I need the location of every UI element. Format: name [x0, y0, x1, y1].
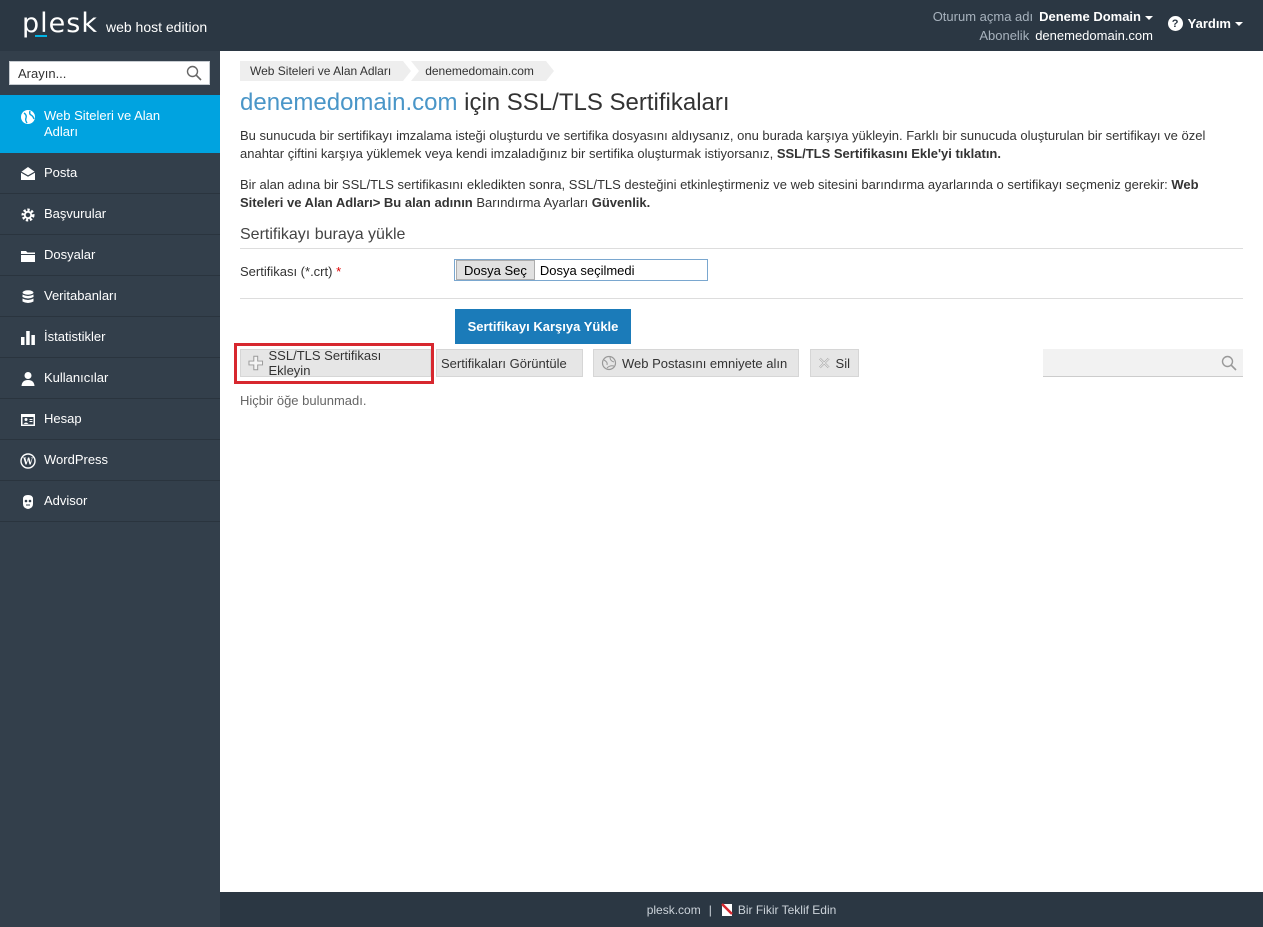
certificate-form-row: Sertifikası (*.crt) * Dosya Seç Dosya se…: [240, 259, 1243, 299]
folder-icon: [21, 251, 35, 262]
delete-button[interactable]: Sil: [810, 349, 859, 377]
gear-icon: [21, 208, 35, 222]
choose-file-button[interactable]: Dosya Seç: [456, 260, 535, 280]
subscription-value[interactable]: denemedomain.com: [1035, 28, 1153, 43]
highlight-box: [234, 343, 434, 384]
sidebar-item-label: Hesap: [44, 411, 82, 426]
plesk-logo[interactable]: plesk web host edition: [22, 8, 207, 39]
sidebar-search-input[interactable]: [10, 65, 180, 81]
certificate-label: Sertifikası (*.crt) *: [240, 264, 342, 279]
description-upload: Bu sunucuda bir sertifikayı imzalama ist…: [240, 127, 1243, 163]
sidebar-item-label: Web Siteleri ve Alan Adları: [44, 108, 161, 139]
breadcrumb-item-websites[interactable]: Web Siteleri ve Alan Adları: [240, 61, 412, 81]
subscription-label: Abonelik: [979, 28, 1030, 43]
sidebar: Web Siteleri ve Alan Adları Posta Başvur…: [0, 51, 220, 927]
database-icon: [22, 290, 34, 303]
user-icon: [21, 372, 35, 386]
account-icon: [21, 414, 35, 426]
sidebar-nav: Web Siteleri ve Alan Adları Posta Başvur…: [0, 95, 220, 522]
view-certificates-label: Sertifikaları Görüntüle: [441, 355, 567, 371]
main-content: Web Siteleri ve Alan Adları denemedomain…: [220, 51, 1263, 892]
sidebar-item-label: WordPress: [44, 452, 109, 467]
help-label: Yardım: [1187, 16, 1231, 31]
description-text: Barındırma Ayarları: [472, 195, 592, 210]
wordpress-icon: W: [20, 453, 36, 469]
advisor-icon: [23, 495, 33, 509]
sidebar-item-label: Advisor: [44, 493, 88, 508]
secure-webmail-label: Web Postasını emniyete alın: [622, 355, 788, 371]
sidebar-item-websites[interactable]: Web Siteleri ve Alan Adları: [0, 95, 220, 153]
chevron-down-icon: [1235, 21, 1243, 26]
sidebar-item-label: İstatistikler: [44, 329, 106, 344]
sidebar-search: [9, 61, 210, 85]
footer-separator: |: [708, 902, 712, 917]
view-certificates-button[interactable]: Sertifikaları Görüntüle: [436, 349, 583, 377]
question-icon: ?: [1167, 16, 1183, 31]
list-search-input[interactable]: [1043, 349, 1213, 375]
sidebar-item-statistics[interactable]: İstatistikler: [0, 317, 220, 358]
description-enable: Bir alan adına bir SSL/TLS sertifikasını…: [240, 176, 1243, 212]
sidebar-item-databases[interactable]: Veritabanları: [0, 276, 220, 317]
page-title-text: için SSL/TLS Sertifikaları: [457, 89, 730, 116]
logo-mark: plesk: [22, 8, 98, 39]
section-title: Sertifikayı buraya yükle: [240, 226, 1243, 249]
sidebar-item-applications[interactable]: Başvurular: [0, 194, 220, 235]
footer-plesk-link[interactable]: plesk.com: [647, 903, 701, 917]
top-bar: plesk web host edition Oturum açma adı De…: [0, 0, 1263, 51]
sidebar-item-files[interactable]: Dosyalar: [0, 235, 220, 276]
globe-lock-icon: [601, 355, 617, 371]
sidebar-item-label: Posta: [44, 165, 78, 180]
empty-list-message: Hiçbir öğe bulunmadı.: [240, 393, 367, 408]
sidebar-item-label: Başvurular: [44, 206, 107, 221]
search-icon[interactable]: [1221, 355, 1237, 371]
idea-icon: [720, 902, 733, 916]
list-search: [1043, 349, 1243, 377]
login-user-dropdown[interactable]: Deneme Domain: [1039, 9, 1153, 24]
description-bold: Güvenlik.: [591, 195, 651, 210]
delete-label: Sil: [835, 355, 850, 371]
help-menu[interactable]: ? Yardım: [1167, 16, 1243, 31]
required-mark: *: [336, 264, 342, 279]
footer: plesk.com | Bir Fikir Teklif Edin: [220, 892, 1263, 927]
description-text: Bu sunucuda bir sertifikayı imzalama ist…: [240, 128, 1206, 161]
description-text: Bir alan adına bir SSL/TLS sertifikasını…: [240, 177, 1172, 192]
certificate-file-input[interactable]: Dosya Seç Dosya seçilmedi: [454, 259, 708, 281]
sidebar-item-label: Kullanıcılar: [44, 370, 109, 385]
svg-text:W: W: [22, 458, 34, 468]
sidebar-item-label: Dosyalar: [44, 247, 96, 262]
login-label: Oturum açma adı: [932, 9, 1034, 24]
description-bold: SSL/TLS Sertifikasını Ekle'yi tıklatın.: [776, 146, 1001, 161]
globe-icon: [21, 110, 35, 124]
delete-x-icon: [819, 357, 830, 369]
sidebar-item-mail[interactable]: Posta: [0, 153, 220, 194]
sidebar-item-users[interactable]: Kullanıcılar: [0, 358, 220, 399]
breadcrumb-item-domain[interactable]: denemedomain.com: [411, 61, 554, 81]
page-title: denemedomain.com için SSL/TLS Sertifikal…: [240, 89, 730, 117]
sidebar-item-advisor[interactable]: Advisor: [0, 481, 220, 522]
sidebar-item-wordpress[interactable]: W WordPress: [0, 440, 220, 481]
chevron-down-icon: [1145, 15, 1153, 20]
page-title-domain-link[interactable]: denemedomain.com: [240, 89, 457, 116]
upload-certificate-button[interactable]: Sertifikayı Karşıya Yükle: [455, 309, 631, 344]
account-info: Oturum açma adı Deneme Domain Abonelik den…: [933, 7, 1153, 45]
breadcrumb: Web Siteleri ve Alan Adları denemedomain…: [240, 61, 554, 81]
secure-webmail-button[interactable]: Web Postasını emniyete alın: [593, 349, 799, 377]
bar-chart-icon: [21, 331, 35, 345]
sidebar-item-account[interactable]: Hesap: [0, 399, 220, 440]
footer-suggest-idea-link[interactable]: Bir Fikir Teklif Edin: [720, 903, 836, 917]
mail-icon: [20, 167, 36, 180]
sidebar-item-label: Veritabanları: [44, 288, 117, 303]
search-icon[interactable]: [186, 65, 202, 81]
footer-suggest-idea-label: Bir Fikir Teklif Edin: [737, 902, 837, 917]
file-status: Dosya seçilmedi: [539, 262, 635, 278]
logo-edition: web host edition: [105, 19, 208, 35]
